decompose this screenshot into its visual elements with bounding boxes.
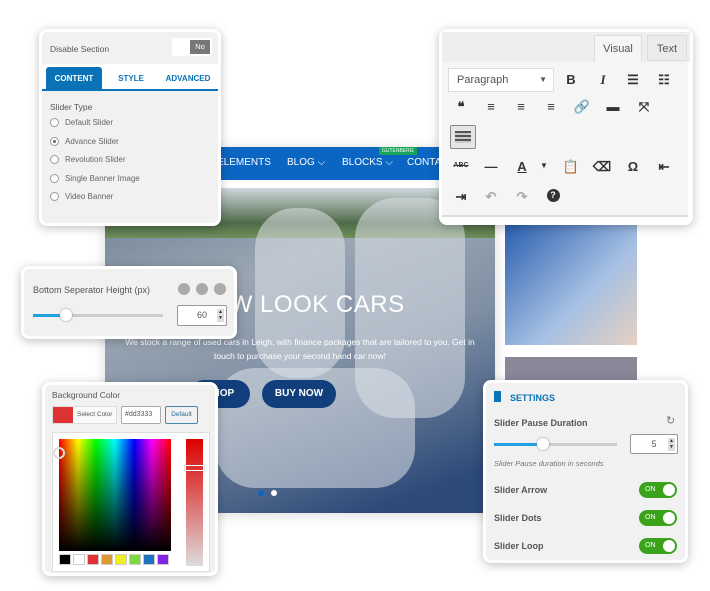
- wysiwyg-editor: Visual Text Paragraph ▼ B I ☰ ☷ ❝ ≡ ≡ ≡ 🔗…: [439, 29, 693, 225]
- hero-subtitle: We stock a range of used cars in Leigh, …: [125, 337, 475, 361]
- color-swatch-4[interactable]: [115, 554, 127, 565]
- hex-input[interactable]: #dd3333: [121, 406, 161, 424]
- slider-arrow-toggle[interactable]: ON: [639, 482, 677, 498]
- clear-formatting-icon[interactable]: ⌫: [592, 159, 612, 175]
- tab-advanced[interactable]: ADVANCED: [159, 67, 217, 91]
- tablet-icon[interactable]: [196, 283, 208, 295]
- format-select[interactable]: Paragraph ▼: [448, 68, 554, 92]
- text-color-icon[interactable]: A: [512, 159, 532, 174]
- hue-slider[interactable]: [185, 439, 204, 566]
- default-color-button[interactable]: Default: [165, 406, 198, 424]
- reset-icon[interactable]: ↻: [666, 414, 675, 427]
- slider-dots-toggle[interactable]: ON: [639, 510, 677, 526]
- fullscreen-icon[interactable]: ⤧: [634, 99, 654, 115]
- pause-duration-slider[interactable]: [494, 438, 617, 450]
- buy-now-button[interactable]: BUY NOW: [262, 380, 336, 408]
- separator-height-label: Bottom Seperator Height (px): [33, 285, 151, 295]
- tab-visual[interactable]: Visual: [594, 35, 642, 62]
- mobile-icon[interactable]: [214, 283, 226, 295]
- slider-dot-2[interactable]: [271, 490, 277, 496]
- separator-height-panel: Bottom Seperator Height (px) 60 ▲ ▼: [21, 266, 237, 339]
- color-swatch-5[interactable]: [129, 554, 141, 565]
- desktop-icon[interactable]: [178, 283, 190, 295]
- nav-blocks[interactable]: BLOCKS ⌵: [342, 157, 393, 168]
- color-swatch-3[interactable]: [101, 554, 113, 565]
- radio-revolution-slider[interactable]: Revolution Slider: [50, 155, 140, 164]
- nav-blog[interactable]: BLOG ⌵: [287, 157, 325, 168]
- settings-title: SETTINGS: [510, 393, 556, 403]
- numbered-list-icon[interactable]: ☷: [654, 72, 674, 88]
- slider-settings-panel: SETTINGS Slider Pause Duration ↻ 5 ▲ ▼ Sli…: [483, 380, 688, 563]
- slider-loop-label: Slider Loop: [494, 541, 544, 551]
- pause-duration-label: Slider Pause Duration: [494, 418, 588, 428]
- pause-duration-help: Slider Pause duration in seconds: [494, 459, 604, 468]
- outdent-icon[interactable]: ⇤: [654, 159, 674, 175]
- tab-content[interactable]: CONTENT: [46, 67, 102, 91]
- select-color-button[interactable]: Select Color: [52, 406, 117, 424]
- pause-duration-input[interactable]: 5 ▲ ▼: [630, 434, 678, 454]
- undo-icon[interactable]: ↶: [481, 189, 501, 205]
- tab-style[interactable]: STYLE: [106, 67, 156, 91]
- radio-default-slider[interactable]: Default Slider: [50, 118, 140, 127]
- disable-section-toggle[interactable]: No: [172, 38, 212, 56]
- text-color-dropdown-icon[interactable]: ▼: [534, 161, 554, 170]
- toolbar-toggle-icon[interactable]: [450, 125, 476, 149]
- background-color-panel: Background Color Select Color #dd3333 De…: [42, 382, 218, 576]
- redo-icon[interactable]: ↷: [512, 189, 532, 205]
- color-gradient-picker[interactable]: [53, 439, 171, 551]
- link-icon[interactable]: 🔗: [572, 99, 592, 115]
- slider-loop-toggle[interactable]: ON: [639, 538, 677, 554]
- italic-icon[interactable]: I: [593, 72, 613, 88]
- slider-dot-1[interactable]: [258, 490, 264, 496]
- slider-type-label: Slider Type: [50, 102, 93, 112]
- nav-elements[interactable]: ELEMENTS: [217, 157, 271, 168]
- color-swatch-7[interactable]: [157, 554, 169, 565]
- bold-icon[interactable]: B: [561, 72, 581, 87]
- align-center-icon[interactable]: ≡: [511, 99, 531, 114]
- slider-arrow-label: Slider Arrow: [494, 485, 548, 495]
- strikethrough-icon[interactable]: ABC: [451, 162, 471, 169]
- indent-icon[interactable]: ⇥: [451, 189, 471, 205]
- separator-height-input[interactable]: 60 ▲ ▼: [177, 305, 227, 326]
- color-swatches: [59, 554, 169, 565]
- section-settings-panel: Disable Section No CONTENT STYLE ADVANCE…: [39, 29, 221, 226]
- align-right-icon[interactable]: ≡: [541, 99, 561, 114]
- paste-as-text-icon[interactable]: 📋: [561, 159, 581, 175]
- background-color-label: Background Color: [52, 390, 121, 400]
- align-left-icon[interactable]: ≡: [481, 99, 501, 114]
- bullet-list-icon[interactable]: ☰: [623, 72, 643, 88]
- radio-single-banner-image[interactable]: Single Banner Image: [50, 173, 140, 183]
- radio-video-banner[interactable]: Video Banner: [50, 192, 140, 201]
- blockquote-icon[interactable]: ❝: [451, 99, 471, 115]
- color-swatch-0[interactable]: [59, 554, 71, 565]
- gutenberg-badge: GUTENBERG: [379, 147, 417, 155]
- tab-text[interactable]: Text: [647, 35, 687, 61]
- separator-height-slider[interactable]: [33, 309, 163, 321]
- color-swatch-1[interactable]: [73, 554, 85, 565]
- disable-section-label: Disable Section: [50, 44, 110, 54]
- read-more-icon[interactable]: ▬: [603, 99, 623, 114]
- horizontal-line-icon[interactable]: —: [481, 159, 501, 174]
- color-swatch-6[interactable]: [143, 554, 155, 565]
- help-icon[interactable]: ?: [543, 189, 563, 202]
- side-image-1: [505, 225, 637, 345]
- special-character-icon[interactable]: Ω: [623, 159, 643, 174]
- color-swatch-2[interactable]: [87, 554, 99, 565]
- radio-advance-slider[interactable]: Advance Slider: [50, 136, 140, 146]
- slider-dots-label: Slider Dots: [494, 513, 542, 523]
